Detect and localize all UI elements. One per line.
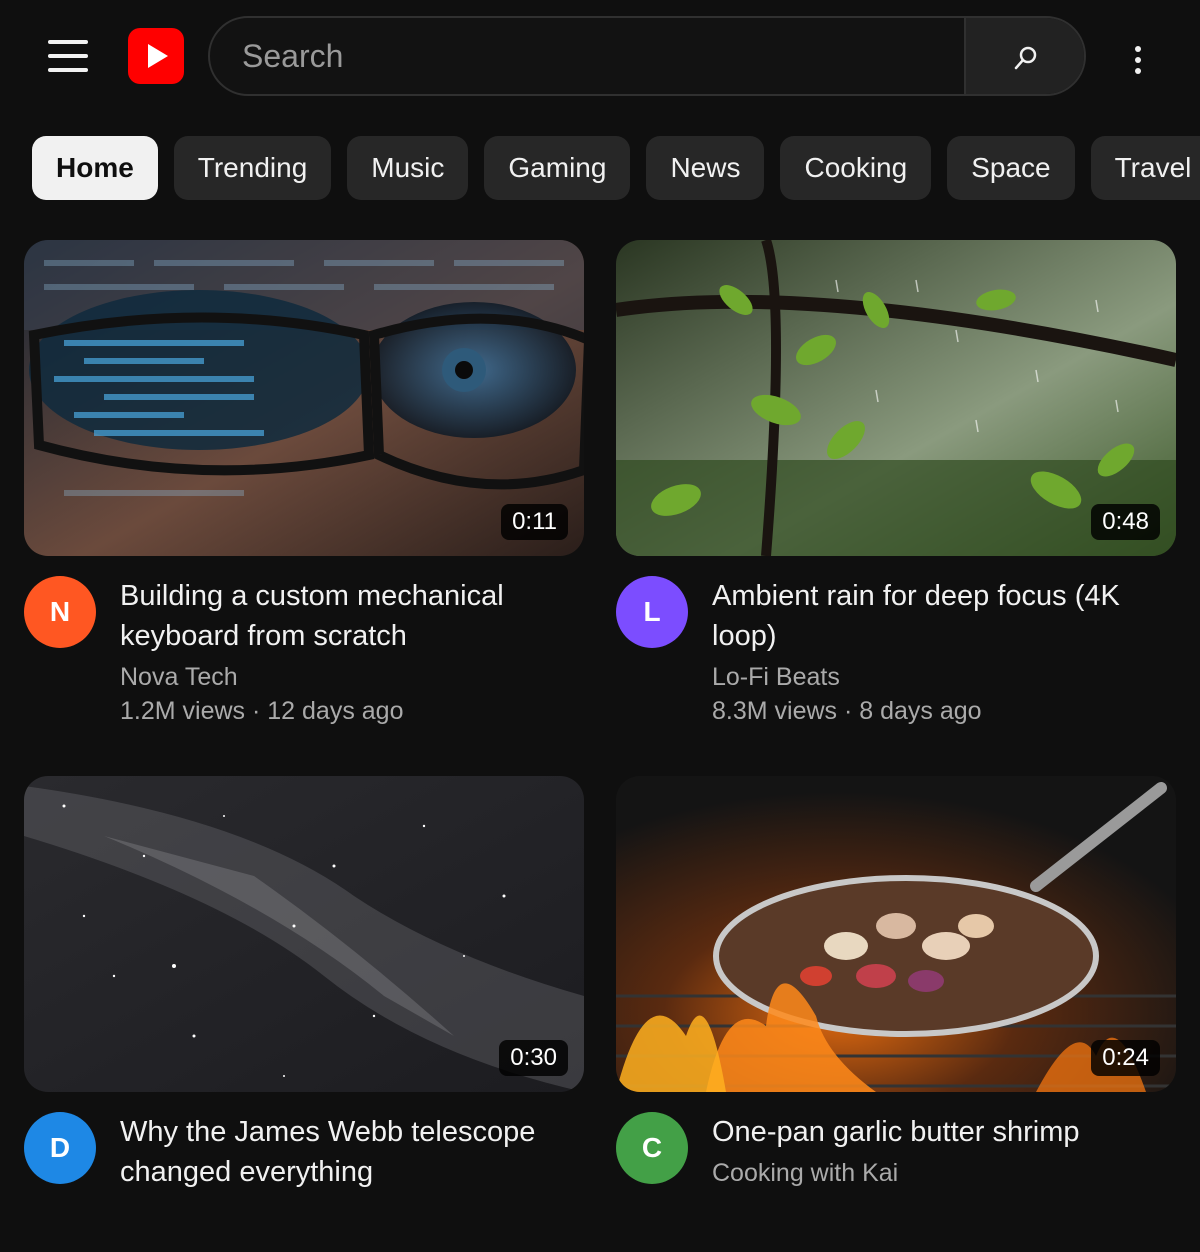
video-info: One-pan garlic butter shrimp Cooking wit… <box>712 1112 1172 1190</box>
upload-age: 12 days ago <box>267 697 404 725</box>
video-thumbnail[interactable]: 0:11 <box>24 240 584 556</box>
top-bar <box>0 0 1200 112</box>
video-info: Building a custom mechanical keyboard fr… <box>120 576 580 728</box>
search-button[interactable] <box>964 18 1084 94</box>
upload-age: 8 days ago <box>859 697 982 725</box>
video-card: 0:30 D Why the James Webb telescope chan… <box>24 776 584 1252</box>
video-title[interactable]: One-pan garlic butter shrimp <box>712 1112 1172 1152</box>
video-meta: D Why the James Webb telescope changed e… <box>24 1092 584 1252</box>
search-icon <box>1014 46 1037 70</box>
search-bar <box>208 16 1086 96</box>
youtube-logo-icon[interactable] <box>128 28 184 84</box>
video-title[interactable]: Why the James Webb telescope changed eve… <box>120 1112 580 1192</box>
video-thumbnail[interactable]: 0:24 <box>616 776 1176 1092</box>
video-duration: 0:48 <box>1091 504 1160 540</box>
channel-avatar[interactable]: C <box>616 1112 688 1184</box>
video-title[interactable]: Ambient rain for deep focus (4K loop) <box>712 576 1172 656</box>
thumbnail-image <box>24 240 584 556</box>
channel-name[interactable]: Cooking with Kai <box>712 1156 1172 1190</box>
video-stats: 1.2M views · 12 days ago <box>120 697 404 725</box>
channel-avatar[interactable]: D <box>24 1112 96 1184</box>
video-meta: L Ambient rain for deep focus (4K loop) … <box>616 556 1176 725</box>
search-input[interactable] <box>210 18 964 94</box>
chip-cooking[interactable]: Cooking <box>780 136 932 200</box>
video-card: 0:24 C One-pan garlic butter shrimp Cook… <box>616 776 1176 1252</box>
video-duration: 0:11 <box>501 504 568 540</box>
video-info: Ambient rain for deep focus (4K loop) Lo… <box>712 576 1172 728</box>
video-duration: 0:30 <box>499 1040 568 1076</box>
video-title[interactable]: Building a custom mechanical keyboard fr… <box>120 576 580 656</box>
channel-avatar[interactable]: N <box>24 576 96 648</box>
channel-name[interactable]: Lo-Fi Beats <box>712 660 1172 694</box>
video-meta: C One-pan garlic butter shrimp Cooking w… <box>616 1092 1176 1252</box>
video-duration: 0:24 <box>1091 1040 1160 1076</box>
video-card: 0:11 N Building a custom mechanical keyb… <box>24 240 584 725</box>
video-card: 0:48 L Ambient rain for deep focus (4K l… <box>616 240 1176 725</box>
chip-trending[interactable]: Trending <box>173 136 332 200</box>
chip-travel[interactable]: Travel <box>1090 136 1200 200</box>
category-chips: Home Trending Music Gaming News Cooking … <box>32 136 1200 200</box>
video-meta: N Building a custom mechanical keyboard … <box>24 556 584 725</box>
video-thumbnail[interactable]: 0:48 <box>616 240 1176 556</box>
chip-space[interactable]: Space <box>947 136 1075 200</box>
more-options-icon[interactable] <box>1118 36 1158 84</box>
view-count: 1.2M views <box>120 697 246 725</box>
chip-news[interactable]: News <box>646 136 765 200</box>
view-count: 8.3M views <box>712 697 838 725</box>
video-thumbnail[interactable]: 0:30 <box>24 776 584 1092</box>
chip-gaming[interactable]: Gaming <box>484 136 631 200</box>
channel-name[interactable]: Nova Tech <box>120 660 580 694</box>
chip-music[interactable]: Music <box>347 136 469 200</box>
chip-home[interactable]: Home <box>32 136 158 200</box>
video-info: Why the James Webb telescope changed eve… <box>120 1112 580 1192</box>
video-stats: 8.3M views · 8 days ago <box>712 697 982 725</box>
channel-avatar[interactable]: L <box>616 576 688 648</box>
hamburger-menu-icon[interactable] <box>40 32 96 80</box>
